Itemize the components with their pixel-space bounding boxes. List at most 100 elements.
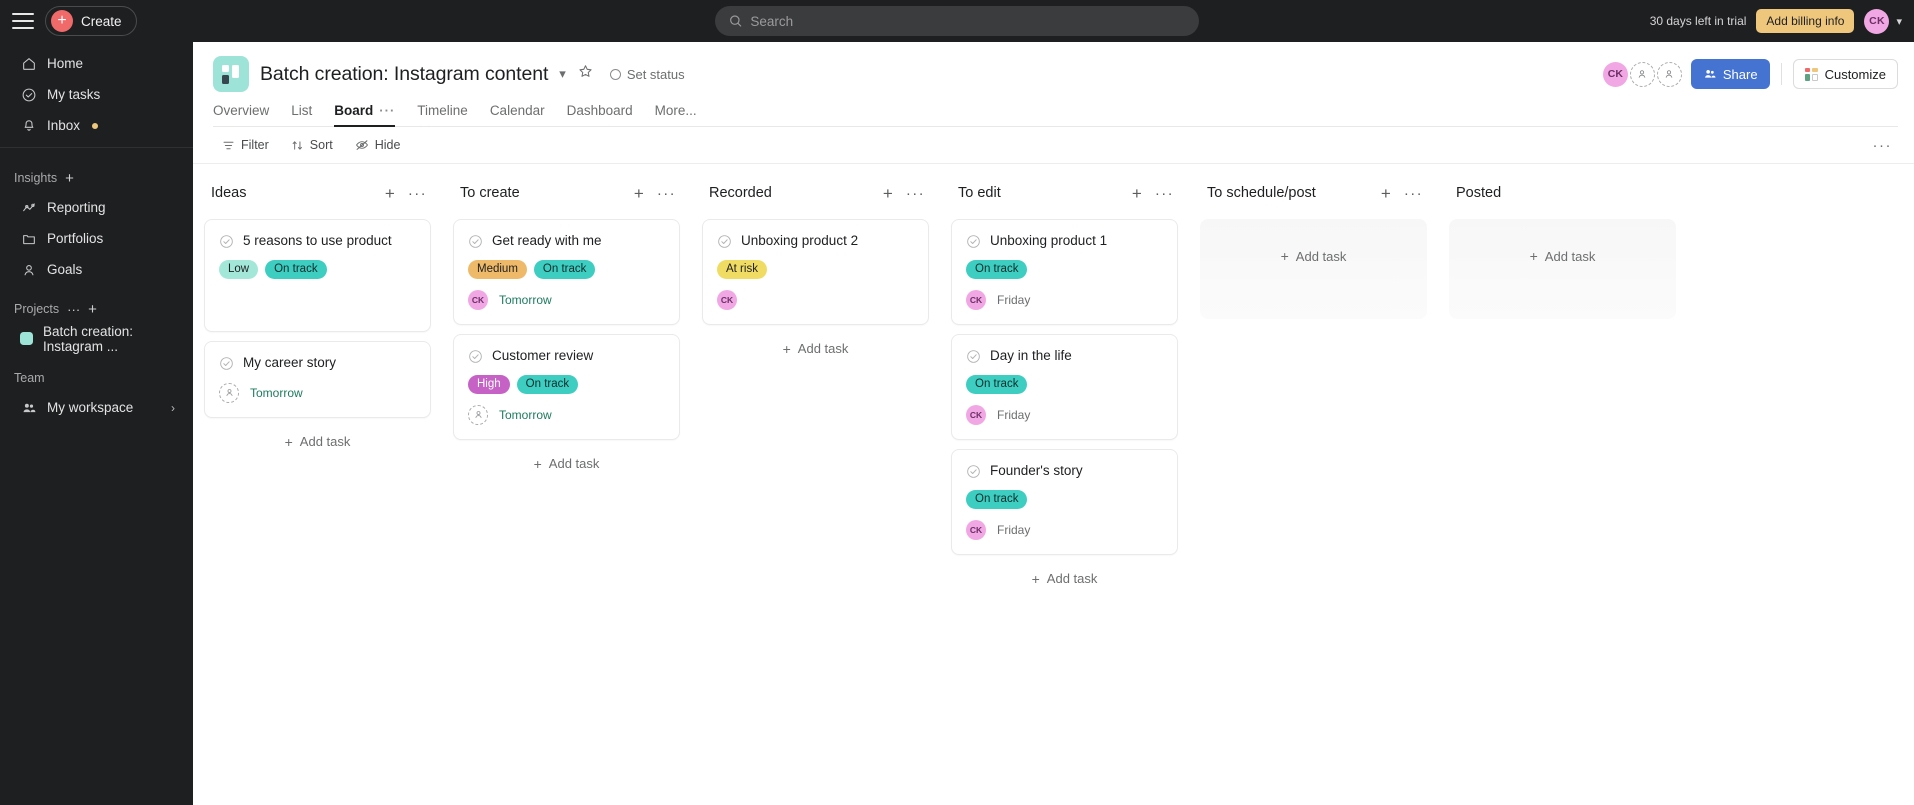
- priority-tag[interactable]: High: [468, 374, 510, 394]
- filter-button[interactable]: Filter: [213, 132, 278, 158]
- task-card[interactable]: Unboxing product 2 At risk CK: [702, 219, 929, 325]
- task-card[interactable]: Day in the life On track CK Friday: [951, 333, 1178, 440]
- tab-more[interactable]: More...: [644, 103, 708, 126]
- due-date[interactable]: Friday: [997, 523, 1030, 537]
- assignee-avatar-empty[interactable]: [219, 382, 239, 403]
- tab-board[interactable]: Board ···: [323, 103, 406, 127]
- column-add-task-icon[interactable]: +: [634, 185, 644, 202]
- search-input[interactable]: [750, 13, 1185, 29]
- column-header: To edit + ···: [951, 178, 1178, 208]
- status-tag[interactable]: On track: [966, 489, 1028, 509]
- assignee-avatar[interactable]: CK: [966, 519, 986, 540]
- status-tag[interactable]: On track: [966, 374, 1028, 394]
- check-circle-icon[interactable]: [966, 349, 981, 364]
- due-date[interactable]: Tomorrow: [499, 408, 552, 422]
- sidebar-item-inbox[interactable]: Inbox: [6, 110, 187, 141]
- invite-member-slot[interactable]: [1656, 61, 1682, 87]
- user-avatar[interactable]: CK: [1864, 8, 1890, 34]
- share-button[interactable]: Share: [1690, 59, 1770, 89]
- hide-button[interactable]: Hide: [346, 132, 410, 158]
- add-task-button[interactable]: + Add task: [702, 334, 929, 364]
- sidebar-item-home[interactable]: Home: [6, 48, 187, 79]
- status-tag[interactable]: On track: [516, 374, 579, 394]
- status-tag[interactable]: On track: [265, 259, 327, 279]
- set-status-button[interactable]: Set status: [609, 67, 685, 82]
- ellipsis-icon[interactable]: ···: [379, 103, 395, 118]
- sidebar-item-my-tasks[interactable]: My tasks: [6, 79, 187, 110]
- empty-column-placeholder[interactable]: + Add task: [1200, 219, 1427, 319]
- sidebar-item-project-batch-creation[interactable]: Batch creation: Instagram ...: [6, 323, 187, 354]
- due-date[interactable]: Friday: [997, 408, 1030, 422]
- check-circle-icon[interactable]: [468, 234, 483, 249]
- assignee-avatar-empty[interactable]: [468, 404, 488, 425]
- check-circle-icon[interactable]: [966, 234, 981, 249]
- sort-button[interactable]: Sort: [282, 132, 342, 158]
- add-task-button[interactable]: + Add task: [204, 427, 431, 457]
- task-card[interactable]: Unboxing product 1 On track CK Friday: [951, 219, 1178, 325]
- column-add-task-icon[interactable]: +: [385, 185, 395, 202]
- priority-tag[interactable]: Low: [219, 259, 259, 279]
- star-outline-icon[interactable]: [577, 63, 594, 85]
- customize-button[interactable]: Customize: [1792, 59, 1898, 89]
- add-task-button[interactable]: + Add task: [1281, 241, 1347, 271]
- due-date[interactable]: Tomorrow: [250, 386, 303, 400]
- sidebar-item-goals[interactable]: Goals: [6, 254, 187, 285]
- assignee-avatar[interactable]: CK: [966, 289, 986, 310]
- task-card[interactable]: My career story Tomorrow: [204, 340, 431, 418]
- task-card[interactable]: Customer review High On track Tomorrow: [453, 333, 680, 440]
- board-options-menu[interactable]: ···: [1867, 137, 1899, 154]
- status-tag[interactable]: At risk: [717, 259, 767, 279]
- column-menu-icon[interactable]: ···: [1404, 186, 1423, 201]
- check-circle-icon[interactable]: [219, 356, 234, 371]
- chevron-down-icon[interactable]: ▾: [1896, 15, 1902, 28]
- tab-list[interactable]: List: [280, 103, 323, 126]
- plus-icon[interactable]: +: [65, 171, 74, 186]
- create-button[interactable]: + Create: [45, 6, 137, 36]
- task-card[interactable]: Get ready with me Medium On track CK Tom…: [453, 219, 680, 325]
- sidebar-item-portfolios[interactable]: Portfolios: [6, 223, 187, 254]
- tab-timeline[interactable]: Timeline: [406, 103, 479, 126]
- ellipsis-icon[interactable]: ···: [67, 303, 80, 316]
- tab-overview[interactable]: Overview: [213, 103, 280, 126]
- column-add-task-icon[interactable]: +: [1132, 185, 1142, 202]
- column-menu-icon[interactable]: ···: [1155, 186, 1174, 201]
- grid-icon: [1804, 67, 1818, 81]
- column-menu-icon[interactable]: ···: [657, 186, 676, 201]
- avatar[interactable]: CK: [1602, 61, 1628, 87]
- column-add-task-icon[interactable]: +: [883, 185, 893, 202]
- task-card[interactable]: Founder's story On track CK Friday: [951, 448, 1178, 555]
- column-add-task-icon[interactable]: +: [1381, 185, 1391, 202]
- add-task-button[interactable]: + Add task: [453, 449, 680, 479]
- chevron-right-icon[interactable]: ›: [171, 401, 175, 415]
- check-circle-icon[interactable]: [717, 234, 732, 249]
- search-bar[interactable]: [715, 6, 1199, 36]
- check-circle-icon[interactable]: [966, 464, 981, 479]
- tab-calendar[interactable]: Calendar: [479, 103, 556, 126]
- hamburger-icon[interactable]: [12, 13, 34, 29]
- due-date[interactable]: Tomorrow: [499, 293, 552, 307]
- status-tag[interactable]: On track: [533, 259, 596, 279]
- task-card[interactable]: 5 reasons to use product Low On track: [204, 219, 431, 332]
- chevron-down-icon[interactable]: ▾: [559, 66, 566, 82]
- status-tag[interactable]: On track: [966, 259, 1028, 279]
- add-task-button[interactable]: + Add task: [951, 564, 1178, 594]
- column-menu-icon[interactable]: ···: [906, 186, 925, 201]
- assignee-avatar[interactable]: CK: [966, 404, 986, 425]
- check-circle-icon[interactable]: [219, 234, 234, 249]
- invite-member-slot[interactable]: [1629, 61, 1655, 87]
- due-date[interactable]: Friday: [997, 293, 1030, 307]
- priority-tag[interactable]: Medium: [468, 259, 527, 279]
- add-billing-info-button[interactable]: Add billing info: [1756, 9, 1855, 33]
- sidebar-item-reporting[interactable]: Reporting: [6, 192, 187, 223]
- board-column-ideas: Ideas + ··· 5 reasons to use product Low…: [193, 178, 442, 805]
- add-task-button[interactable]: + Add task: [1530, 241, 1596, 271]
- assignee-avatar[interactable]: CK: [468, 289, 488, 310]
- check-circle-icon[interactable]: [468, 349, 483, 364]
- tab-dashboard[interactable]: Dashboard: [556, 103, 644, 126]
- task-meta: CK Friday: [966, 289, 1163, 310]
- plus-icon[interactable]: +: [88, 302, 97, 317]
- assignee-avatar[interactable]: CK: [717, 289, 737, 310]
- column-menu-icon[interactable]: ···: [408, 186, 427, 201]
- sidebar-item-my-workspace[interactable]: My workspace ›: [6, 392, 187, 423]
- empty-column-placeholder[interactable]: + Add task: [1449, 219, 1676, 319]
